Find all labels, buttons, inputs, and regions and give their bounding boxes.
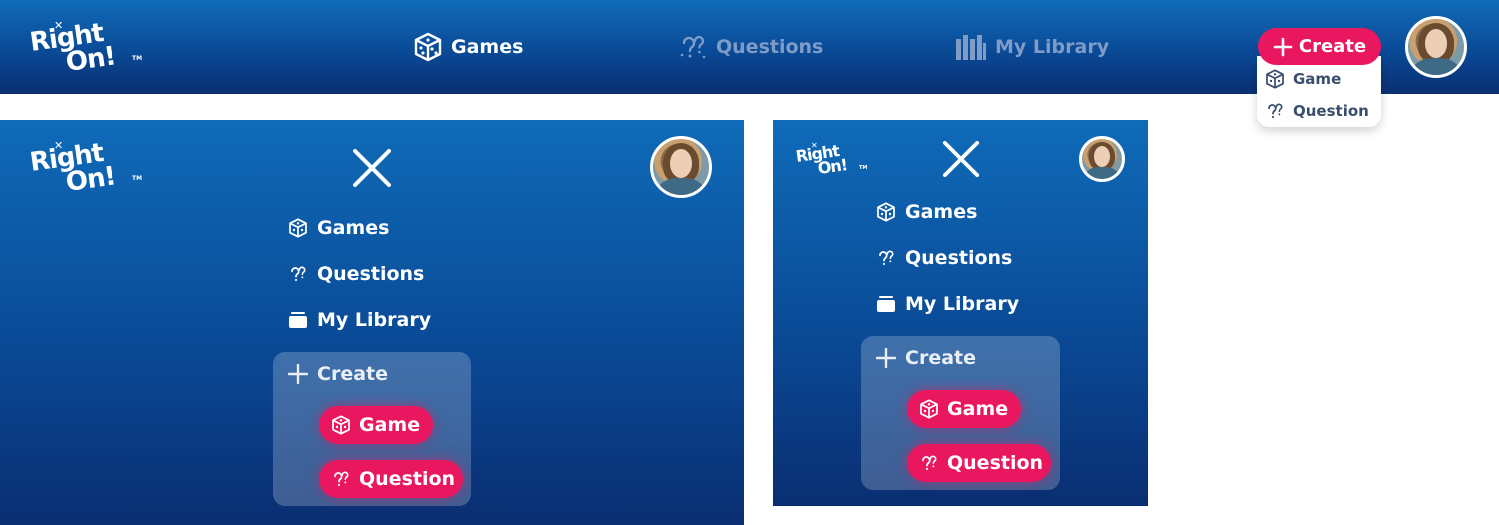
dice-icon xyxy=(332,415,350,435)
avatar[interactable] xyxy=(650,136,712,198)
create-section-label: Create xyxy=(905,347,976,369)
create-menu-game-label: Game xyxy=(1293,70,1342,88)
menu-item-questions-label: Questions xyxy=(317,263,425,285)
create-question-button[interactable]: Question xyxy=(907,444,1051,482)
create-dropdown-menu: Game Question xyxy=(1257,56,1381,127)
create-question-label: Question xyxy=(947,452,1044,474)
create-question-label: Question xyxy=(359,468,456,490)
create-section-label: Create xyxy=(317,363,388,385)
rightons-logo[interactable]: ✕ Right On! TM xyxy=(794,141,867,178)
create-menu-item-game[interactable]: Game xyxy=(1265,69,1341,89)
nav-games-link[interactable]: Games xyxy=(413,31,523,63)
rightons-logo[interactable]: ✕ Right On! TM xyxy=(28,18,142,78)
create-menu-item-question[interactable]: Question xyxy=(1265,101,1369,121)
nav-games-label: Games xyxy=(451,36,524,58)
avatar[interactable] xyxy=(1405,16,1467,78)
menu-item-library-label: My Library xyxy=(905,293,1020,315)
nav-library-link[interactable]: My Library xyxy=(955,31,1109,63)
dice-icon xyxy=(414,32,442,62)
questions-icon xyxy=(1268,103,1283,119)
menu-item-games-label: Games xyxy=(905,201,978,223)
menu-item-games[interactable]: Games xyxy=(288,217,389,239)
menu-item-library-label: My Library xyxy=(317,309,432,331)
create-button[interactable]: Create xyxy=(1258,28,1381,65)
nav-library-label: My Library xyxy=(995,36,1110,58)
menu-item-questions-label: Questions xyxy=(905,247,1013,269)
nav-questions-link[interactable]: Questions xyxy=(678,31,823,63)
library-icon xyxy=(877,296,895,312)
questions-icon xyxy=(879,250,894,266)
create-game-button[interactable]: Game xyxy=(907,390,1021,428)
dice-icon xyxy=(289,218,307,238)
menu-item-games[interactable]: Games xyxy=(876,201,977,223)
create-game-label: Game xyxy=(359,414,421,436)
plus-icon xyxy=(288,364,308,384)
create-button-label: Create xyxy=(1298,36,1367,57)
menu-item-games-label: Games xyxy=(317,217,390,239)
library-icon xyxy=(956,35,986,60)
close-icon[interactable] xyxy=(352,148,392,188)
mobile-menu-panel-small: ✕ Right On! TM Games Questions My Librar… xyxy=(773,120,1148,506)
menu-item-questions[interactable]: Questions xyxy=(876,247,1012,269)
mobile-menu-panel-large: ✕ Right On! TM Games Questions My Librar… xyxy=(0,120,744,525)
nav-questions-label: Questions xyxy=(716,36,824,58)
plus-icon xyxy=(876,348,896,368)
avatar[interactable] xyxy=(1079,136,1125,182)
menu-item-questions[interactable]: Questions xyxy=(288,263,424,285)
create-menu-question-label: Question xyxy=(1293,102,1369,120)
create-section-header[interactable]: Create xyxy=(288,363,388,385)
rightons-logo[interactable]: ✕ Right On! TM xyxy=(28,138,142,198)
create-game-button[interactable]: Game xyxy=(319,406,433,444)
dice-icon xyxy=(877,202,895,222)
menu-item-library[interactable]: My Library xyxy=(876,293,1019,315)
library-icon xyxy=(289,312,307,328)
create-section-header[interactable]: Create xyxy=(876,347,976,369)
create-question-button[interactable]: Question xyxy=(319,460,463,498)
close-icon[interactable] xyxy=(942,140,980,178)
questions-icon xyxy=(680,35,706,59)
create-game-label: Game xyxy=(947,398,1009,420)
dice-icon xyxy=(920,399,938,419)
menu-item-library[interactable]: My Library xyxy=(288,309,431,331)
dice-icon xyxy=(1266,69,1284,89)
questions-icon xyxy=(922,455,937,471)
plus-icon xyxy=(1273,37,1293,56)
questions-icon xyxy=(334,471,349,487)
questions-icon xyxy=(291,266,306,282)
